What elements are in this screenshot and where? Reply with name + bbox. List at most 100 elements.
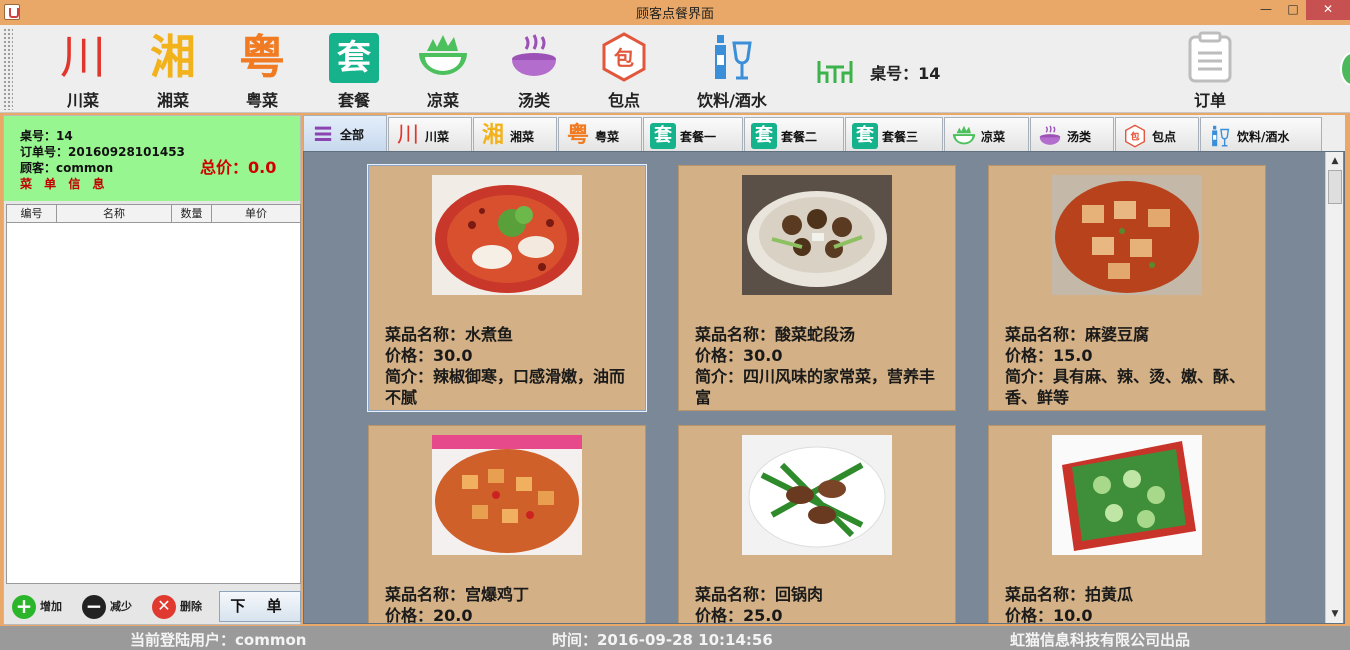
clipboard-icon (1170, 29, 1250, 85)
toolbar-soup-button[interactable]: 汤类 (494, 29, 574, 111)
dish-price: 价格：30.0 (695, 346, 783, 365)
tab-setmeal-1[interactable]: 套 套餐一 (643, 117, 743, 151)
dish-card[interactable]: 菜品名称：麻婆豆腐 价格：15.0 简介：具有麻、辣、烫、嫩、酥、香、鲜等 (988, 165, 1266, 411)
add-label: 增加 (40, 600, 62, 613)
order-info: 桌号：14 订单号：20160928101453 顾客：common 菜 单 信… (4, 116, 300, 201)
set-meal-icon: 套 (852, 123, 878, 149)
dish-info: 菜品名称：回锅肉 价格：25.0 (695, 584, 945, 624)
dish-card[interactable]: 菜品名称：回锅肉 价格：25.0 (678, 425, 956, 624)
scroll-down-icon[interactable]: ▼ (1328, 607, 1342, 621)
bun-icon: 包 (584, 29, 664, 85)
set-meal-icon: 套 (329, 33, 379, 83)
toolbar-xiang-button[interactable]: 湘 湘菜 (133, 29, 213, 111)
close-button[interactable]: ✕ (1306, 0, 1350, 20)
reduce-item-button[interactable]: − 减少 (82, 594, 132, 620)
dish-photo (742, 175, 892, 295)
delete-item-button[interactable]: ✕ 删除 (152, 594, 202, 620)
tab-setmeal-2[interactable]: 套 套餐二 (744, 117, 844, 151)
dish-photo (742, 435, 892, 555)
dish-price: 价格：10.0 (1005, 606, 1093, 624)
scroll-up-icon[interactable]: ▲ (1328, 154, 1342, 168)
tab-setmeal-2-label: 套餐二 (781, 130, 818, 144)
tab-drinks[interactable]: 饮料/酒水 (1200, 117, 1322, 151)
dish-price: 价格：25.0 (695, 606, 783, 624)
xiang-cuisine-icon: 湘 (481, 123, 504, 148)
chuan-cuisine-icon: 川 (396, 123, 419, 148)
order-items-table[interactable]: 编号 名称 数量 单价 (6, 204, 301, 584)
dish-desc: 简介：具有麻、辣、烫、嫩、酥、香、鲜等 (1005, 367, 1246, 407)
tab-yue-label: 粤菜 (595, 130, 620, 144)
set-meal-icon: 套 (751, 123, 777, 149)
floating-assist-icon[interactable] (1340, 52, 1350, 86)
tab-xiang[interactable]: 湘 湘菜 (473, 117, 557, 151)
yue-cuisine-icon: 粤 (239, 30, 285, 84)
toolbar-chuan-label: 川菜 (66, 91, 99, 110)
dish-desc: 简介：四川风味的家常菜，营养丰富 (695, 367, 936, 407)
plus-icon: + (12, 595, 36, 619)
tab-bun-label: 包点 (1152, 130, 1177, 144)
maximize-button[interactable]: □ (1280, 0, 1306, 20)
toolbar-cold-button[interactable]: 凉菜 (403, 29, 483, 111)
xiang-cuisine-icon: 湘 (150, 30, 196, 84)
dish-photo (432, 175, 582, 295)
col-name[interactable]: 名称 (57, 205, 172, 222)
toolbar-orders-button[interactable]: 订单 (1170, 29, 1250, 111)
minus-icon: − (82, 595, 106, 619)
toolbar-grip[interactable] (3, 28, 13, 110)
tab-cold-label: 凉菜 (981, 130, 1006, 144)
dish-card[interactable]: 菜品名称：酸菜蛇段汤 价格：30.0 简介：四川风味的家常菜，营养丰富 (678, 165, 956, 411)
dish-price: 价格：20.0 (385, 606, 473, 624)
status-bar: 当前登陆用户：common 时间：2016-09-28 10:14:56 虹猫信… (0, 626, 1350, 650)
tab-cold[interactable]: 凉菜 (944, 117, 1029, 151)
place-order-button[interactable]: 下 单 (219, 591, 301, 622)
col-id[interactable]: 编号 (7, 205, 57, 222)
tab-soup-label: 汤类 (1067, 130, 1092, 144)
tab-all-label: 全部 (340, 128, 365, 142)
col-qty[interactable]: 数量 (172, 205, 212, 222)
tab-bun[interactable]: 包 包点 (1115, 117, 1199, 151)
title-bar: 顾客点餐界面 — □ ✕ (0, 0, 1350, 25)
toolbar-setmeal-button[interactable]: 套 套餐 (314, 29, 394, 111)
dish-name: 菜品名称：麻婆豆腐 (1005, 325, 1150, 344)
toolbar-drinks-button[interactable]: 饮料/酒水 (684, 29, 780, 111)
soup-bowl-icon (494, 29, 574, 85)
status-company: 虹猫信息科技有限公司出品 (1010, 631, 1191, 649)
status-time: 时间：2016-09-28 10:14:56 (552, 631, 773, 649)
order-actions: + 增加 − 减少 ✕ 删除 下 单 (8, 591, 301, 623)
set-meal-icon: 套 (650, 123, 676, 149)
bun-icon: 包 (1122, 123, 1148, 149)
toolbar-yue-button[interactable]: 粤 粤菜 (222, 29, 302, 111)
category-toolbar: 川 川菜 湘 湘菜 粤 粤菜 套 套餐 凉菜 汤类 包 包点 饮料/酒水 桌号：… (0, 25, 1350, 113)
col-price[interactable]: 单价 (212, 205, 300, 222)
tab-chuan[interactable]: 川 川菜 (388, 117, 472, 151)
tab-soup[interactable]: 汤类 (1030, 117, 1114, 151)
scroll-thumb[interactable] (1328, 170, 1342, 204)
dish-photo (1052, 435, 1202, 555)
toolbar-bun-button[interactable]: 包 包点 (584, 29, 664, 111)
add-item-button[interactable]: + 增加 (12, 594, 62, 620)
dish-card[interactable]: 菜品名称：水煮鱼 价格：30.0 简介：辣椒御寒，口感滑嫩，油而不腻 (367, 164, 647, 412)
dish-info: 菜品名称：酸菜蛇段汤 价格：30.0 简介：四川风味的家常菜，营养丰富 (695, 324, 945, 408)
tab-xiang-label: 湘菜 (510, 130, 535, 144)
minimize-button[interactable]: — (1252, 0, 1280, 20)
dish-grid: 菜品名称：水煮鱼 价格：30.0 简介：辣椒御寒，口感滑嫩，油而不腻 菜品名称：… (303, 151, 1345, 624)
dish-grid-scrollbar[interactable]: ▲ ▼ (1325, 152, 1343, 623)
toolbar-chuan-button[interactable]: 川 川菜 (43, 29, 123, 111)
dish-card[interactable]: 菜品名称：拍黄瓜 价格：10.0 (988, 425, 1266, 624)
dish-name: 菜品名称：水煮鱼 (385, 325, 514, 344)
tab-setmeal-3[interactable]: 套 套餐三 (845, 117, 943, 151)
order-total: 总价：0.0 (200, 158, 277, 177)
dish-name: 菜品名称：酸菜蛇段汤 (695, 325, 856, 344)
bun-icon-glyph: 包 (614, 46, 634, 70)
dish-price: 价格：15.0 (1005, 346, 1093, 365)
yue-cuisine-icon: 粤 (566, 123, 589, 148)
dish-card[interactable]: 菜品名称：宫爆鸡丁 价格：20.0 (368, 425, 646, 624)
toolbar-xiang-label: 湘菜 (156, 91, 189, 110)
toolbar-setmeal-label: 套餐 (337, 91, 370, 110)
dish-name: 菜品名称：拍黄瓜 (1005, 585, 1134, 604)
tab-all[interactable]: ≡ 全部 (303, 115, 387, 151)
tab-yue[interactable]: 粤 粤菜 (558, 117, 642, 151)
dish-price: 价格：30.0 (385, 346, 473, 365)
order-panel: 桌号：14 订单号：20160928101453 顾客：common 菜 单 信… (3, 115, 301, 625)
dish-photo (1052, 175, 1202, 295)
